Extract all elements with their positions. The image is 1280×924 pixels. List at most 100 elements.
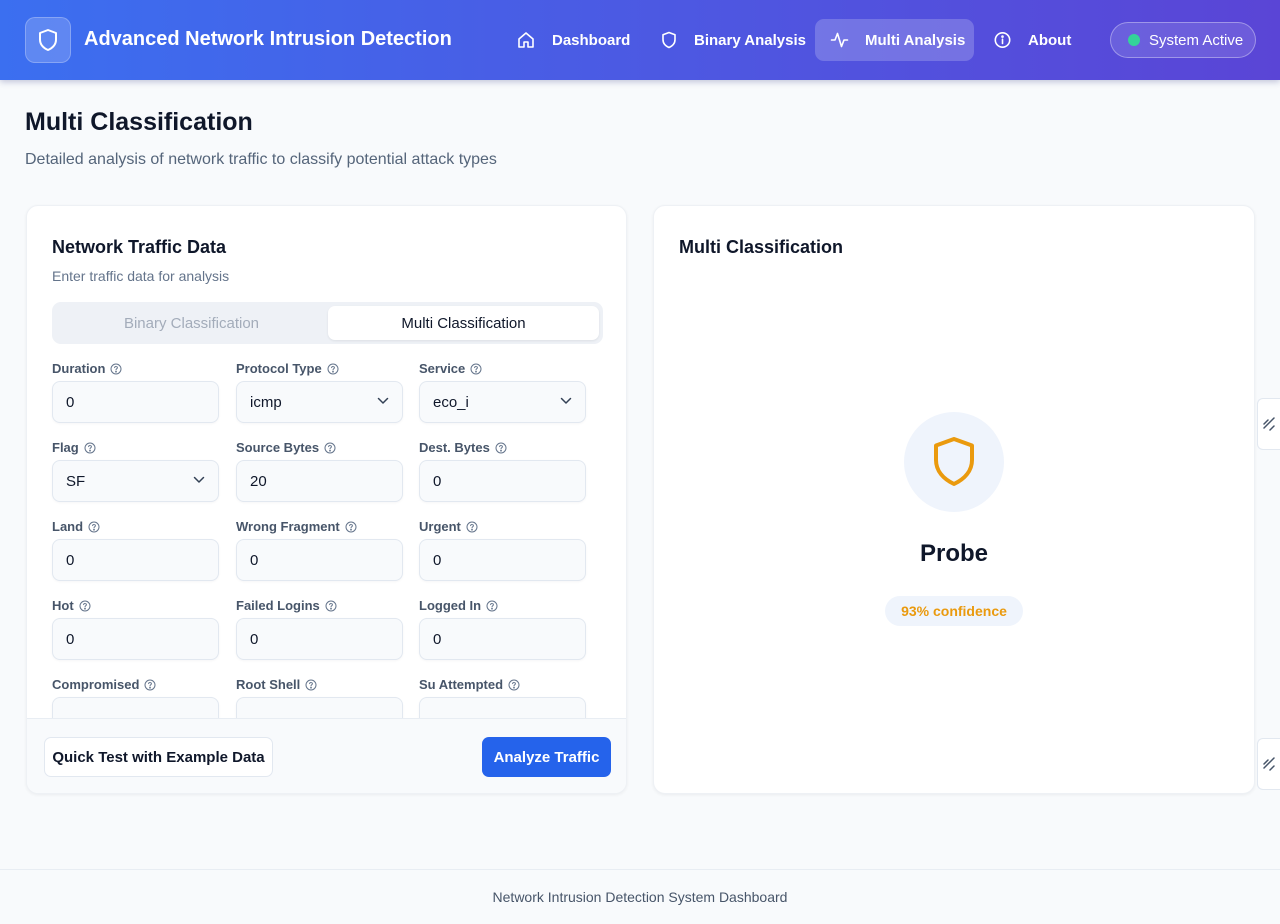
urgent-input[interactable]: 0: [419, 539, 586, 581]
failed-logins-input[interactable]: 0: [236, 618, 403, 660]
nav-multi-analysis[interactable]: Multi Analysis: [815, 19, 974, 61]
page-footer: Network Intrusion Detection System Dashb…: [0, 869, 1280, 924]
flag-select[interactable]: SF: [52, 460, 219, 502]
status-dot-icon: [1128, 34, 1140, 46]
nav-multi-analysis-label: Multi Analysis: [865, 31, 966, 49]
nav-about[interactable]: About: [993, 19, 1071, 61]
app-title: Advanced Network Intrusion Detection: [84, 28, 452, 50]
tab-multi-classification[interactable]: Multi Classification: [328, 306, 599, 340]
classification-tabs: Binary Classification Multi Classificati…: [52, 302, 603, 344]
collapse-handle-icon: [1263, 417, 1275, 431]
logged-in-label-text: Logged In: [419, 598, 482, 613]
tab-binary-classification[interactable]: Binary Classification: [56, 306, 327, 340]
result-card-title: Multi Classification: [679, 237, 844, 257]
nav-binary-analysis[interactable]: Binary Analysis: [660, 19, 806, 61]
nav-dashboard-label: Dashboard: [552, 31, 631, 49]
chevron-down-icon: [560, 397, 572, 404]
wrong-fragment-input[interactable]: 0: [236, 539, 403, 581]
hot-input[interactable]: 0: [52, 618, 219, 660]
urgent-label: Urgent: [419, 519, 478, 534]
dest-bytes-input[interactable]: 0: [419, 460, 586, 502]
logged-in-input[interactable]: 0: [419, 618, 586, 660]
traffic-data-card: Network Traffic Data Enter traffic data …: [26, 205, 627, 794]
dest-bytes-label-text: Dest. Bytes: [419, 440, 490, 455]
duration-input[interactable]: 0: [52, 381, 219, 423]
flag-label-text: Flag: [52, 440, 79, 455]
source-bytes-label: Source Bytes: [236, 440, 336, 455]
chevron-down-icon: [193, 476, 205, 483]
service-value: eco_i: [433, 393, 469, 411]
traffic-card-description: Enter traffic data for analysis: [52, 268, 230, 284]
logged-in-label: Logged In: [419, 598, 498, 613]
source-bytes-label-text: Source Bytes: [236, 440, 320, 455]
shield-icon: [934, 437, 974, 486]
collapse-handle-icon: [1263, 757, 1275, 771]
classification-result: Probe: [919, 540, 988, 567]
help-circle-icon[interactable]: [466, 521, 478, 533]
page-title: Multi Classification: [25, 108, 253, 136]
help-circle-icon[interactable]: [495, 442, 507, 454]
help-circle-icon[interactable]: [486, 600, 498, 612]
activity-icon: [830, 32, 849, 48]
help-circle-icon[interactable]: [79, 600, 91, 612]
result-icon-circle: [904, 412, 1004, 512]
nav-dashboard[interactable]: Dashboard: [516, 19, 630, 61]
classification-result-card: Multi Classification Probe 93% confidenc…: [653, 205, 1255, 794]
form-actions: Quick Test with Example Data Analyze Tra…: [27, 718, 626, 793]
top-navigation-bar: Advanced Network Intrusion Detection Das…: [0, 0, 1280, 80]
root-shell-label: Root Shell: [236, 677, 317, 692]
source-bytes-input[interactable]: 20: [236, 460, 403, 502]
protocol-type-value: icmp: [250, 393, 282, 411]
protocol-type-label-text: Protocol Type: [236, 361, 322, 376]
page-subtitle: Detailed analysis of network traffic to …: [25, 151, 497, 168]
quick-test-button[interactable]: Quick Test with Example Data: [44, 737, 273, 777]
urgent-label-text: Urgent: [419, 519, 461, 534]
shield-icon: [662, 31, 676, 49]
protocol-type-select[interactable]: icmp: [236, 381, 403, 423]
wrong-fragment-label: Wrong Fragment: [236, 519, 357, 534]
land-input[interactable]: 0: [52, 539, 219, 581]
help-circle-icon[interactable]: [325, 600, 337, 612]
failed-logins-label: Failed Logins: [236, 598, 337, 613]
traffic-card-title: Network Traffic Data: [52, 237, 227, 257]
compromised-label: Compromised: [52, 677, 156, 692]
hot-label-text: Hot: [52, 598, 74, 613]
shield-logo-icon: [25, 17, 71, 63]
help-circle-icon[interactable]: [324, 442, 336, 454]
duration-label-text: Duration: [52, 361, 106, 376]
analyze-traffic-button[interactable]: Analyze Traffic: [482, 737, 611, 777]
protocol-type-label: Protocol Type: [236, 361, 339, 376]
confidence-badge: 93% confidence: [885, 596, 1023, 626]
home-icon: [518, 32, 534, 48]
service-select[interactable]: eco_i: [419, 381, 586, 423]
nav-binary-analysis-label: Binary Analysis: [694, 31, 806, 49]
help-circle-icon[interactable]: [110, 363, 122, 375]
footer-text: Network Intrusion Detection System Dashb…: [492, 889, 788, 905]
help-circle-icon[interactable]: [88, 521, 100, 533]
wrong-fragment-label-text: Wrong Fragment: [236, 519, 340, 534]
nav-about-label: About: [1028, 31, 1072, 49]
help-circle-icon[interactable]: [508, 679, 520, 691]
side-panel-handle[interactable]: [1257, 738, 1280, 790]
failed-logins-label-text: Failed Logins: [236, 598, 320, 613]
duration-label: Duration: [52, 361, 122, 376]
help-circle-icon[interactable]: [345, 521, 357, 533]
su-attempted-label-text: Su Attempted: [419, 677, 504, 692]
service-label-text: Service: [419, 361, 466, 376]
system-status-label: System Active: [1149, 31, 1244, 49]
system-status-badge: System Active: [1110, 22, 1256, 58]
help-circle-icon[interactable]: [305, 679, 317, 691]
help-circle-icon[interactable]: [144, 679, 156, 691]
root-shell-label-text: Root Shell: [236, 677, 301, 692]
help-circle-icon[interactable]: [327, 363, 339, 375]
help-circle-icon[interactable]: [470, 363, 482, 375]
side-panel-handle[interactable]: [1257, 398, 1280, 450]
compromised-label-text: Compromised: [52, 677, 140, 692]
flag-label: Flag: [52, 440, 96, 455]
land-label-text: Land: [52, 519, 84, 534]
chevron-down-icon: [377, 397, 389, 404]
su-attempted-label: Su Attempted: [419, 677, 520, 692]
help-circle-icon[interactable]: [84, 442, 96, 454]
dest-bytes-label: Dest. Bytes: [419, 440, 507, 455]
hot-label: Hot: [52, 598, 91, 613]
